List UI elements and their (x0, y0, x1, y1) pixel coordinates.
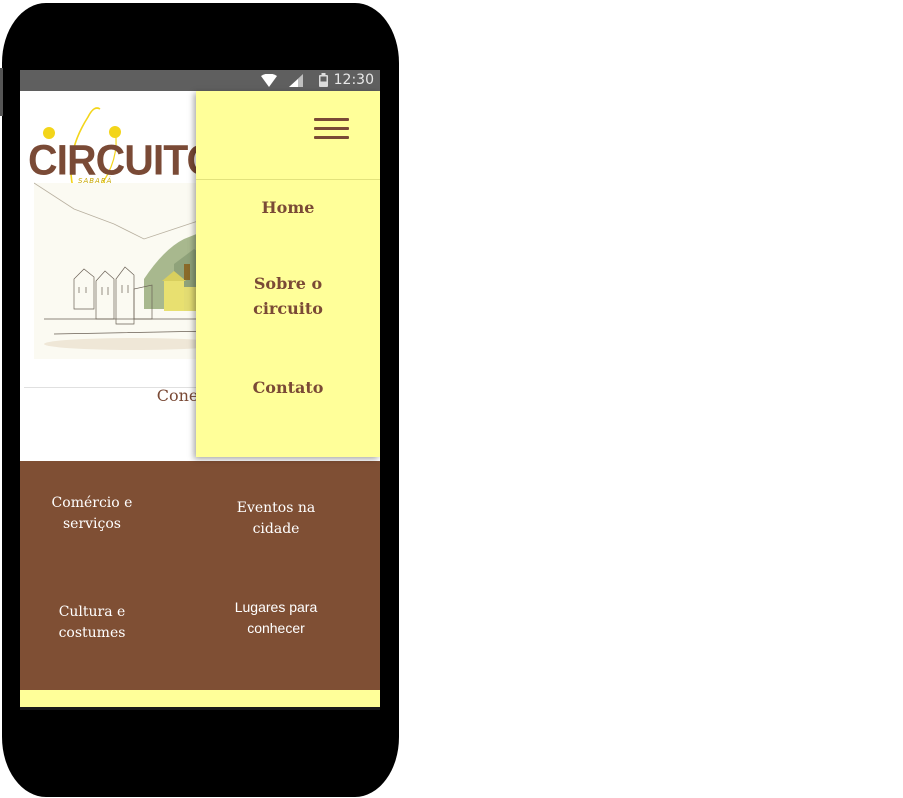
tile-label-line2: serviços (62, 516, 121, 532)
app-screen: 12:30 CIRCUITO SABARÁ Conecta Comércio e… (20, 70, 380, 710)
footer-bottom-edge (20, 707, 380, 710)
menu-item-sobre-circuito[interactable]: Sobre o circuito (242, 271, 334, 321)
menu-item-home[interactable]: Home (196, 195, 380, 220)
status-bar: 12:30 (20, 70, 380, 91)
tile-label-line2: cidade (252, 521, 300, 537)
tile-label-line1: Cultura e (58, 604, 126, 620)
signal-icon (289, 74, 303, 91)
tile-label-line2: conhecer (247, 620, 305, 636)
navigation-drawer: Home Sobre o circuito Contato (196, 91, 380, 457)
phone-side-button (0, 68, 3, 116)
tile-eventos-cidade[interactable]: Eventos na cidade (226, 498, 326, 540)
menu-item-contato[interactable]: Contato (196, 375, 380, 400)
tile-label-line1: Eventos na (236, 500, 316, 516)
status-time: 12:30 (333, 72, 374, 88)
tile-label-line1: Comércio e (51, 495, 133, 511)
tile-label-line1: Lugares para (234, 599, 318, 615)
tile-lugares-conhecer[interactable]: Lugares para conhecer (220, 597, 332, 639)
footer-bar (20, 690, 380, 707)
category-grid: Comércio e serviços Eventos na cidade Cu… (20, 461, 380, 690)
hamburger-menu-icon[interactable] (314, 118, 350, 144)
tile-comercio-servicos[interactable]: Comércio e serviços (42, 493, 142, 535)
battery-icon (319, 73, 328, 91)
wifi-icon (261, 73, 277, 91)
tile-cultura-costumes[interactable]: Cultura e costumes (42, 602, 142, 644)
drawer-divider (196, 179, 380, 180)
tile-label-line2: costumes (58, 625, 126, 641)
